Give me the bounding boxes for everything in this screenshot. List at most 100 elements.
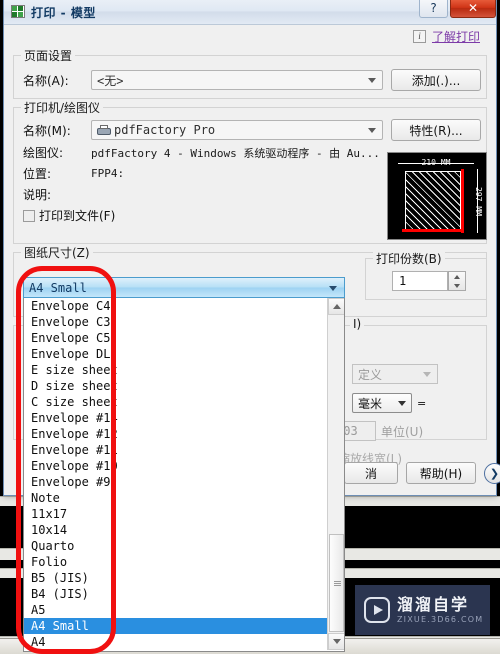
paper-size-list-scrollbar[interactable]	[327, 298, 344, 650]
page-setup-name-row: 名称(A): <无> 添加(.)...	[23, 68, 486, 92]
paper-size-option[interactable]: B5 (JIS)	[24, 570, 328, 586]
paper-size-option[interactable]: Envelope #14	[24, 410, 328, 426]
paper-size-option[interactable]: Note	[24, 490, 328, 506]
copies-stepper[interactable]: 1	[392, 271, 466, 291]
plot-scale-controls: 定义 毫米 = 003 单位(U) 缩放线宽(L)	[330, 364, 498, 467]
paper-size-list[interactable]: Envelope C4 Envelope C3 Envelope C5 Envelop…	[23, 298, 345, 652]
paper-size-option[interactable]: Envelope C3	[24, 314, 328, 330]
paper-size-option[interactable]: Envelope DL	[24, 346, 328, 362]
page-setup-legend: 页面设置	[21, 47, 76, 64]
scroll-up-icon[interactable]	[328, 298, 344, 315]
close-button[interactable]: ✕	[450, 0, 496, 18]
copies-spin-buttons[interactable]	[448, 271, 466, 291]
printer-icon	[97, 124, 111, 136]
learn-about-plotting-link[interactable]: 了解打印	[432, 28, 480, 45]
paper-size-option[interactable]: E size sheet	[24, 362, 328, 378]
learn-row: i 了解打印	[13, 25, 487, 47]
paper-size-option[interactable]: Envelope C4	[24, 298, 328, 314]
plot-scale-units-label: 单位(U)	[381, 424, 424, 439]
page-setup-name-value: <无>	[97, 73, 124, 88]
dialog-titlebar[interactable]: 打印 - 模型 ? ✕	[4, 0, 496, 25]
help-footer-button[interactable]: 帮助(H)	[406, 462, 476, 484]
watermark-title: 溜溜自学	[397, 595, 470, 615]
watermark-subtitle: ZIXUE.3D66.COM	[397, 614, 484, 624]
chevron-down-icon	[423, 372, 431, 377]
paper-size-option[interactable]: Quarto	[24, 538, 328, 554]
chevron-down-icon	[368, 78, 376, 83]
watermark-logo: 溜溜自学 ZIXUE.3D66.COM	[355, 585, 490, 635]
paper-size-option[interactable]: Envelope C5	[24, 330, 328, 346]
copies-legend: 打印份数(B)	[373, 250, 445, 267]
plotter-label: 绘图仪:	[23, 146, 64, 160]
copies-value: 1	[399, 274, 407, 288]
plot-scale-unit-row: 毫米 =	[352, 393, 498, 413]
plot-scale-units-row: 003 单位(U)	[330, 421, 498, 441]
printer-name-combo[interactable]: pdfFactory Pro	[91, 120, 383, 140]
plot-dialog-icon	[10, 4, 26, 20]
printer-name-row: 名称(M): pdfFactory Pro 特性(R)...	[23, 118, 486, 142]
dialog-title: 打印 - 模型	[31, 5, 96, 20]
description-label: 说明:	[23, 188, 52, 202]
play-circle-icon	[364, 597, 390, 623]
paper-preview-thumbnail: 210 MM 297 MM	[387, 152, 487, 240]
watermark-text: 溜溜自学 ZIXUE.3D66.COM	[397, 595, 484, 624]
spin-down-icon[interactable]	[449, 281, 465, 290]
print-to-file-label: 打印到文件(F)	[39, 209, 116, 223]
chevron-down-icon	[368, 128, 376, 133]
paper-size-option[interactable]: Folio	[24, 554, 328, 570]
scrollbar-thumb[interactable]	[329, 534, 344, 632]
info-icon: i	[412, 29, 426, 43]
paper-size-option[interactable]: A5	[24, 602, 328, 618]
printer-name-value: pdfFactory Pro	[114, 123, 216, 137]
screen-root: 打印 - 模型 ? ✕ i 了解打印 页面设置 名称(A): <无> 添加(.)…	[0, 0, 500, 654]
page-setup-group: 页面设置 名称(A): <无> 添加(.)...	[13, 47, 487, 99]
paper-size-option[interactable]: A4	[24, 634, 328, 650]
location-value: FPP4:	[91, 167, 125, 180]
paper-size-combo-field[interactable]: A4 Small	[23, 277, 345, 298]
plot-scale-value: 定义	[358, 367, 383, 382]
printer-legend: 打印机/绘图仪	[21, 99, 104, 116]
copies-group: 打印份数(B) 1	[365, 250, 487, 300]
expand-more-options-button[interactable]: ❯	[484, 462, 500, 484]
paper-size-legend: 图纸尺寸(Z)	[21, 244, 93, 261]
chevron-down-icon	[329, 285, 337, 291]
plot-scale-legend: I)	[350, 317, 365, 331]
paper-size-option[interactable]: 11x17	[24, 506, 328, 522]
paper-size-option[interactable]: 10x14	[24, 522, 328, 538]
preview-width-label: 210 MM	[421, 158, 451, 167]
help-button[interactable]: ?	[419, 0, 448, 18]
paper-size-option[interactable]: A4 Small	[24, 618, 328, 634]
printer-properties-button[interactable]: 特性(R)...	[391, 119, 481, 141]
right-column: 打印份数(B) 1	[365, 250, 487, 300]
paper-size-option[interactable]: Envelope #9	[24, 474, 328, 490]
paper-size-option[interactable]: B4 (JIS)	[24, 586, 328, 602]
spin-up-icon[interactable]	[449, 272, 465, 281]
preview-red-marker-horizontal	[402, 229, 464, 232]
printer-name-label: 名称(M):	[23, 123, 71, 138]
plot-scale-unit-value: 毫米	[358, 396, 383, 411]
plot-scale-combo[interactable]: 定义	[352, 364, 438, 384]
paper-size-option[interactable]: Envelope #10	[24, 458, 328, 474]
plot-scale-unit-combo[interactable]: 毫米	[352, 393, 412, 413]
paper-size-option[interactable]: C size sheet	[24, 394, 328, 410]
plot-scale-equals: =	[417, 396, 427, 410]
paper-size-option[interactable]: D size sheet	[24, 378, 328, 394]
paper-size-option[interactable]: A3	[24, 650, 328, 651]
paper-size-option[interactable]: Envelope #12	[24, 426, 328, 442]
cancel-button[interactable]: 消	[344, 462, 398, 484]
preview-red-marker-vertical	[461, 169, 464, 233]
preview-height-label: 297 MM	[474, 186, 483, 216]
add-page-setup-button[interactable]: 添加(.)...	[391, 69, 481, 91]
window-controls: ? ✕	[419, 0, 496, 18]
paper-size-selected-value: A4 Small	[29, 280, 87, 295]
paper-size-list-items: Envelope C4 Envelope C3 Envelope C5 Envelop…	[24, 298, 328, 651]
scroll-down-icon[interactable]	[328, 633, 344, 650]
chevron-down-icon	[398, 401, 406, 406]
print-to-file-checkbox[interactable]	[23, 209, 35, 222]
plotter-value: pdfFactory 4 - Windows 系统驱动程序 - 由 Au...	[91, 146, 380, 160]
paper-size-dropdown[interactable]: A4 Small Envelope C4 Envelope C3 Envelope …	[23, 277, 345, 652]
location-label: 位置:	[23, 167, 52, 181]
page-setup-name-combo[interactable]: <无>	[91, 70, 383, 90]
paper-size-option[interactable]: Envelope #11	[24, 442, 328, 458]
page-setup-name-label: 名称(A):	[23, 73, 69, 88]
